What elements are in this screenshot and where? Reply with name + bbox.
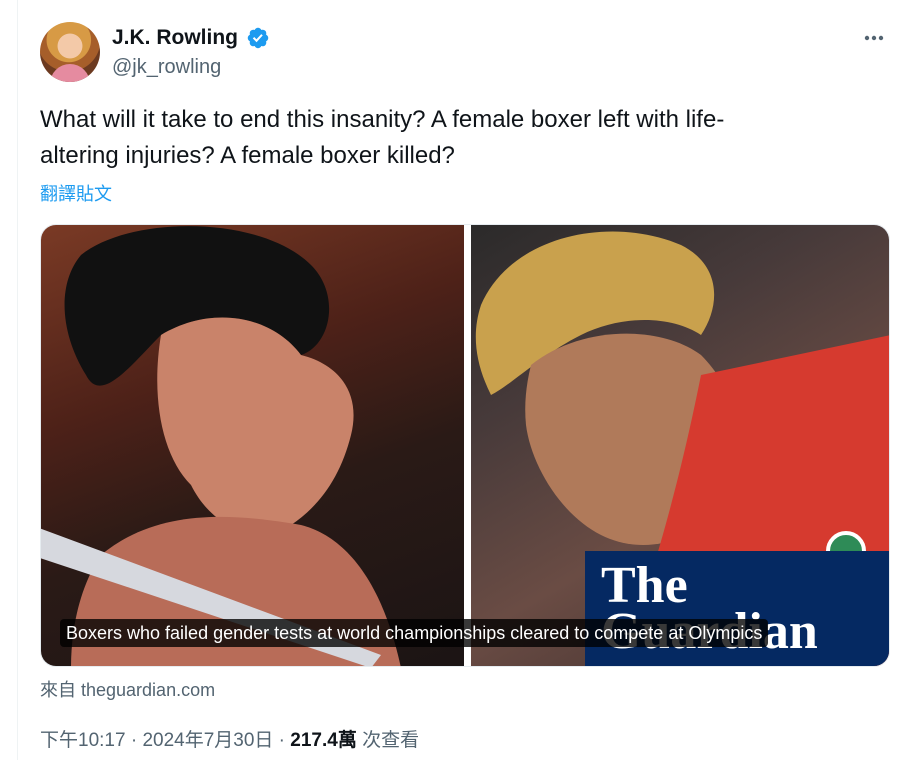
tweet-meta: 下午10:17 · 2024年7月30日 · 217.4萬 次查看 xyxy=(40,725,419,752)
display-name[interactable]: J.K. Rowling xyxy=(112,26,238,50)
link-preview-card[interactable]: The Guardian Boxers who failed gender te… xyxy=(40,224,890,667)
tweet-header: J.K. Rowling @jk_rowling xyxy=(40,22,896,82)
meta-separator: · xyxy=(125,730,143,751)
boxer-photo-left xyxy=(41,225,464,666)
image-divider xyxy=(464,225,471,666)
meta-separator: · xyxy=(273,730,291,751)
user-handle[interactable]: @jk_rowling xyxy=(112,56,221,79)
author-name-row[interactable]: J.K. Rowling xyxy=(112,26,270,50)
verified-badge-icon[interactable] xyxy=(246,26,270,50)
tweet-time[interactable]: 下午10:17 xyxy=(40,730,126,751)
guardian-logo-block: The Guardian xyxy=(585,551,889,666)
tweet-date[interactable]: 2024年7月30日 xyxy=(142,730,273,751)
more-options-icon[interactable] xyxy=(860,24,888,52)
avatar[interactable] xyxy=(40,22,100,82)
card-source[interactable]: 來自 theguardian.com xyxy=(40,676,215,702)
views-count: 217.4萬 xyxy=(290,730,357,751)
tweet-text-line: What will it take to end this insanity? … xyxy=(40,106,725,133)
tweet-text: What will it take to end this insanity? … xyxy=(40,102,860,174)
tweet-text-line: altering injuries? A female boxer killed… xyxy=(40,142,455,169)
card-caption[interactable]: Boxers who failed gender tests at world … xyxy=(60,619,769,647)
views-label: 次查看 xyxy=(356,730,420,751)
timeline-divider xyxy=(17,0,18,760)
translate-post-link[interactable]: 翻譯貼文 xyxy=(40,180,112,206)
